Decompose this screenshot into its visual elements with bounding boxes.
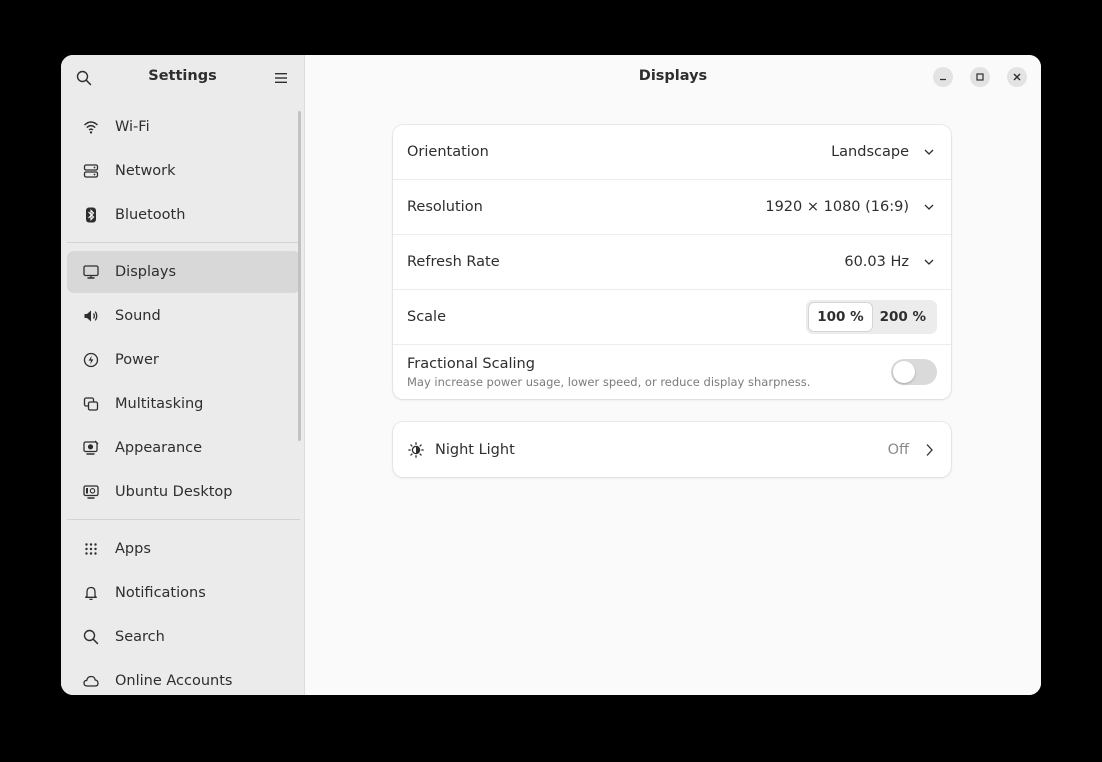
fractional-scaling-row: Fractional Scaling May increase power us… (393, 345, 951, 399)
chevron-down-icon (921, 144, 937, 160)
fractional-scaling-switch[interactable] (891, 359, 937, 385)
sidebar-item-label: Power (115, 352, 159, 368)
hamburger-menu-icon (275, 73, 287, 83)
night-light-row[interactable]: Night Light Off (393, 422, 951, 477)
scale-toggle-group: 100 % 200 % (806, 300, 937, 334)
orientation-label: Orientation (407, 144, 489, 160)
minimize-button[interactable] (933, 67, 953, 87)
chevron-down-icon (921, 254, 937, 270)
refresh-rate-label: Refresh Rate (407, 254, 500, 270)
sidebar-item-apps[interactable]: Apps (67, 528, 300, 570)
network-icon (81, 161, 101, 181)
night-light-sun-icon (407, 441, 425, 459)
bluetooth-icon (81, 205, 101, 225)
scale-row: Scale 100 % 200 % (393, 290, 951, 345)
minimize-icon (940, 78, 946, 81)
sidebar-item-label: Appearance (115, 440, 203, 456)
sidebar-item-label: Search (115, 629, 165, 645)
chevron-right-icon (921, 442, 937, 458)
sidebar-item-network[interactable]: Network (67, 150, 300, 192)
fractional-scaling-text: Fractional Scaling May increase power us… (407, 356, 891, 389)
multitasking-icon (81, 394, 101, 414)
sidebar-item-label: Sound (115, 308, 161, 324)
main-content: Displays Orientation Landscape Resolutio… (305, 55, 1041, 695)
sidebar-item-label: Online Accounts (115, 673, 233, 689)
close-button[interactable] (1007, 67, 1027, 87)
fractional-scaling-description: May increase power usage, lower speed, o… (407, 374, 811, 389)
sidebar-header: Settings (61, 55, 304, 101)
maximize-button[interactable] (970, 67, 990, 87)
sidebar-title: Settings (148, 68, 217, 84)
settings-window: Settings Wi-Fi Network Bluetooth Display… (61, 55, 1041, 695)
main-header: Displays (305, 55, 1041, 101)
sidebar-item-notifications[interactable]: Notifications (67, 572, 300, 614)
resolution-label: Resolution (407, 199, 483, 215)
chevron-down-icon (921, 199, 937, 215)
sidebar-item-label: Bluetooth (115, 207, 186, 223)
sidebar-item-multitasking[interactable]: Multitasking (67, 383, 300, 425)
sidebar-divider (67, 519, 300, 520)
fractional-scaling-label: Fractional Scaling (407, 355, 535, 372)
apps-grid-icon (81, 539, 101, 559)
power-icon (81, 350, 101, 370)
page-title: Displays (638, 68, 708, 84)
night-light-status: Off (887, 441, 909, 458)
orientation-value: Landscape (831, 144, 909, 160)
display-settings-card: Orientation Landscape Resolution 1920 × … (393, 125, 951, 399)
cloud-icon (81, 671, 101, 691)
night-light-card: Night Light Off (393, 422, 951, 477)
sidebar-item-ubuntu-desktop[interactable]: Ubuntu Desktop (67, 471, 300, 513)
sidebar-item-label: Notifications (115, 585, 206, 601)
sidebar-scrollbar[interactable] (298, 111, 301, 441)
scale-100-button[interactable]: 100 % (809, 303, 872, 331)
refresh-rate-row[interactable]: Refresh Rate 60.03 Hz (393, 235, 951, 290)
main-menu-button[interactable] (269, 66, 293, 90)
sidebar-item-appearance[interactable]: Appearance (67, 427, 300, 469)
night-light-label: Night Light (435, 441, 515, 458)
bell-icon (81, 583, 101, 603)
sidebar-nav: Wi-Fi Network Bluetooth Displays Sound P… (61, 106, 305, 695)
close-icon (1013, 73, 1021, 81)
sidebar-divider (67, 242, 300, 243)
speaker-icon (81, 306, 101, 326)
refresh-rate-value: 60.03 Hz (844, 254, 909, 270)
ubuntu-desktop-icon (81, 482, 101, 502)
sidebar-item-sound[interactable]: Sound (67, 295, 300, 337)
sidebar-item-label: Wi-Fi (115, 119, 150, 135)
sidebar-item-label: Apps (115, 541, 151, 557)
sidebar-item-bluetooth[interactable]: Bluetooth (67, 194, 300, 236)
sidebar-item-label: Multitasking (115, 396, 204, 412)
orientation-row[interactable]: Orientation Landscape (393, 125, 951, 180)
search-icon (81, 627, 101, 647)
display-icon (81, 262, 101, 282)
maximize-icon (976, 73, 984, 81)
sidebar-item-label: Displays (115, 264, 177, 280)
scale-label: Scale (407, 309, 447, 325)
sidebar: Settings Wi-Fi Network Bluetooth Display… (61, 55, 305, 695)
sidebar-item-power[interactable]: Power (67, 339, 300, 381)
sidebar-item-displays[interactable]: Displays (67, 251, 300, 293)
sidebar-item-label: Network (115, 163, 176, 179)
sidebar-item-wifi[interactable]: Wi-Fi (67, 106, 300, 148)
scale-200-button[interactable]: 200 % (872, 303, 934, 331)
appearance-icon (81, 438, 101, 458)
sidebar-item-search[interactable]: Search (67, 616, 300, 658)
sidebar-item-label: Ubuntu Desktop (115, 484, 233, 500)
sidebar-item-online-accounts[interactable]: Online Accounts (67, 660, 300, 695)
resolution-value: 1920 × 1080 (16:9) (765, 199, 909, 215)
resolution-row[interactable]: Resolution 1920 × 1080 (16:9) (393, 180, 951, 235)
wifi-icon (81, 117, 101, 137)
switch-knob (893, 361, 915, 383)
